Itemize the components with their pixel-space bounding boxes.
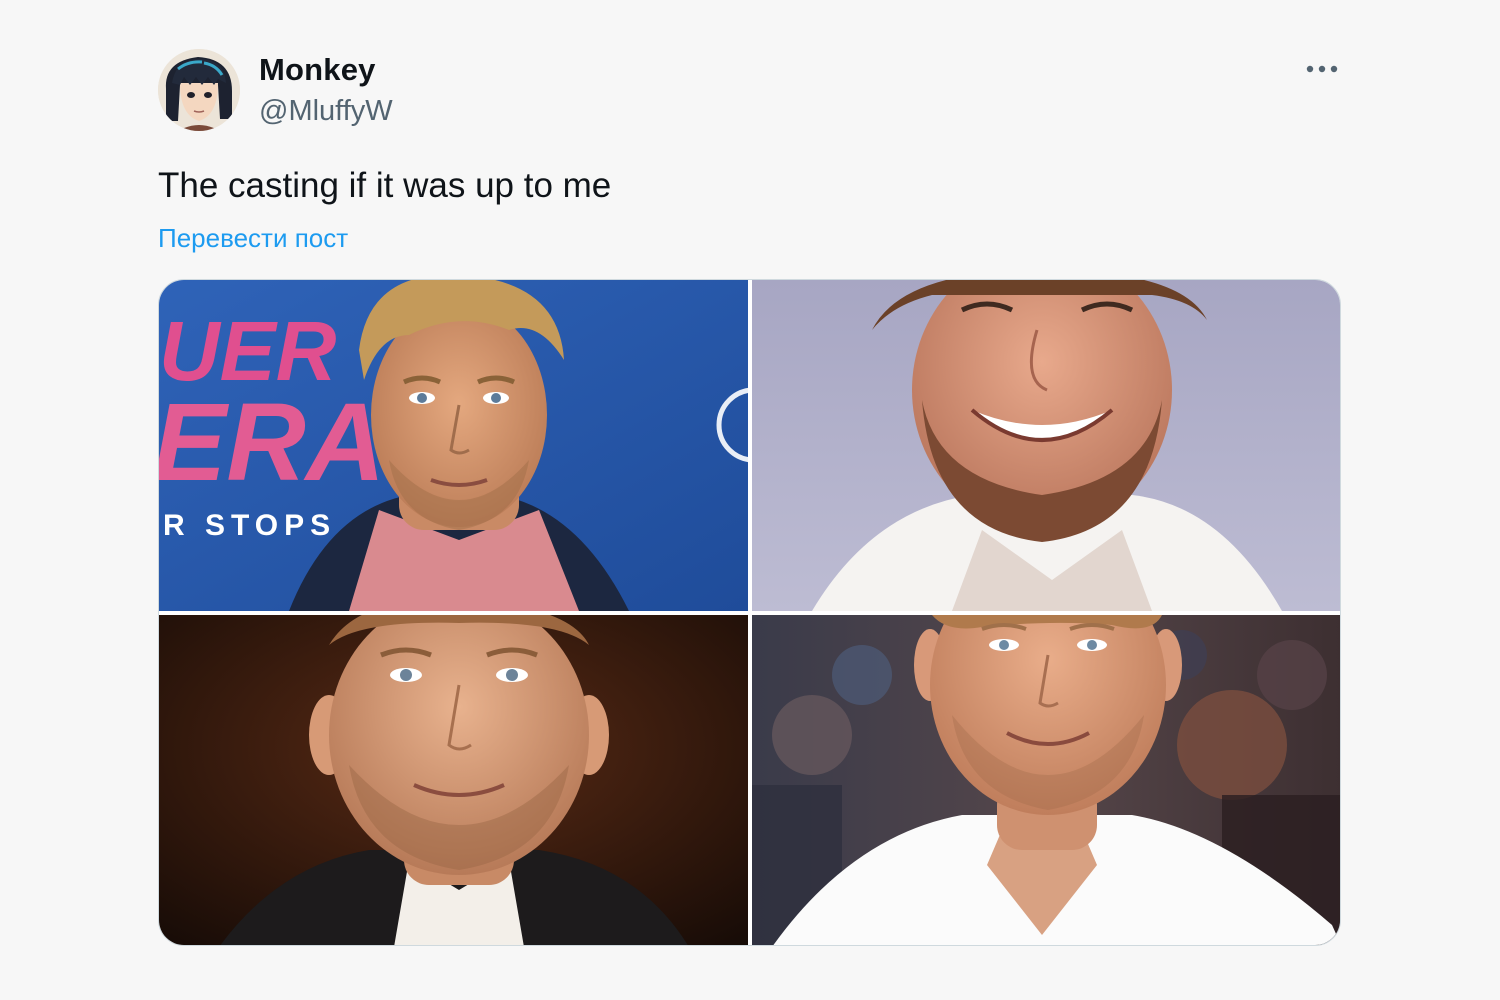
photo-2[interactable] [752,280,1340,611]
photo-4-image [752,615,1340,945]
svg-text:ERA: ERA [159,381,385,504]
media-grid: UER ERA R STOPS [158,279,1341,946]
photo-1[interactable]: UER ERA R STOPS [159,280,748,611]
anime-character-avatar-icon [158,49,240,131]
photo-3[interactable] [159,615,748,945]
photo-2-image [752,280,1340,611]
avatar[interactable] [158,49,240,131]
photo-1-image: UER ERA R STOPS [159,280,748,611]
photo-4[interactable] [752,615,1340,945]
more-horizontal-icon [1306,65,1338,73]
user-handle[interactable]: @MluffyW [259,95,393,128]
display-name[interactable]: Monkey [259,52,376,88]
translate-post-link[interactable]: Перевести пост [158,223,348,254]
tweet-text: The casting if it was up to me [158,166,612,205]
tweet: Monkey @MluffyW The casting if it was up… [0,0,1500,1000]
more-options-button[interactable] [1300,52,1344,86]
photo-3-image [159,615,748,945]
svg-text:R STOPS: R STOPS [163,509,336,542]
